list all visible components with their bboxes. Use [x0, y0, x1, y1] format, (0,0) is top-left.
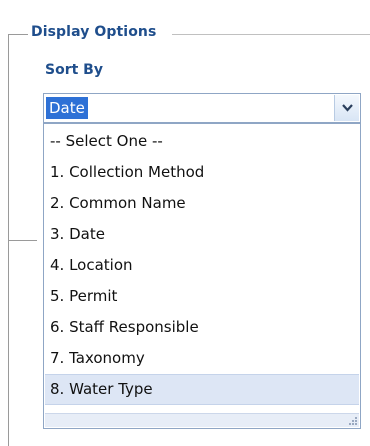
option-staff-responsible[interactable]: 6. Staff Responsible: [45, 312, 359, 343]
option-select-one[interactable]: -- Select One --: [45, 126, 359, 157]
option-location[interactable]: 4. Location: [45, 250, 359, 281]
fieldset-divider: [8, 240, 37, 241]
selected-value: Date: [46, 97, 88, 119]
fieldset-border-top-right: [172, 34, 370, 35]
fieldset-border-top-left: [8, 34, 28, 35]
option-collection-method[interactable]: 1. Collection Method: [45, 157, 359, 188]
option-date[interactable]: 3. Date: [45, 219, 359, 250]
sort-by-dropdown-list: -- Select One -- 1. Collection Method 2.…: [43, 123, 361, 429]
option-permit[interactable]: 5. Permit: [45, 281, 359, 312]
option-taxonomy[interactable]: 7. Taxonomy: [45, 343, 359, 374]
dropdown-footer: [45, 413, 359, 427]
chevron-down-icon: [342, 104, 353, 112]
fieldset-legend: Display Options: [31, 24, 157, 40]
option-water-type[interactable]: 8. Water Type: [45, 374, 359, 405]
option-common-name[interactable]: 2. Common Name: [45, 188, 359, 219]
sort-by-label: Sort By: [45, 62, 103, 78]
resize-grip-icon[interactable]: [349, 417, 357, 425]
sort-by-select[interactable]: Date: [43, 93, 361, 123]
dropdown-arrow-button[interactable]: [334, 95, 359, 121]
